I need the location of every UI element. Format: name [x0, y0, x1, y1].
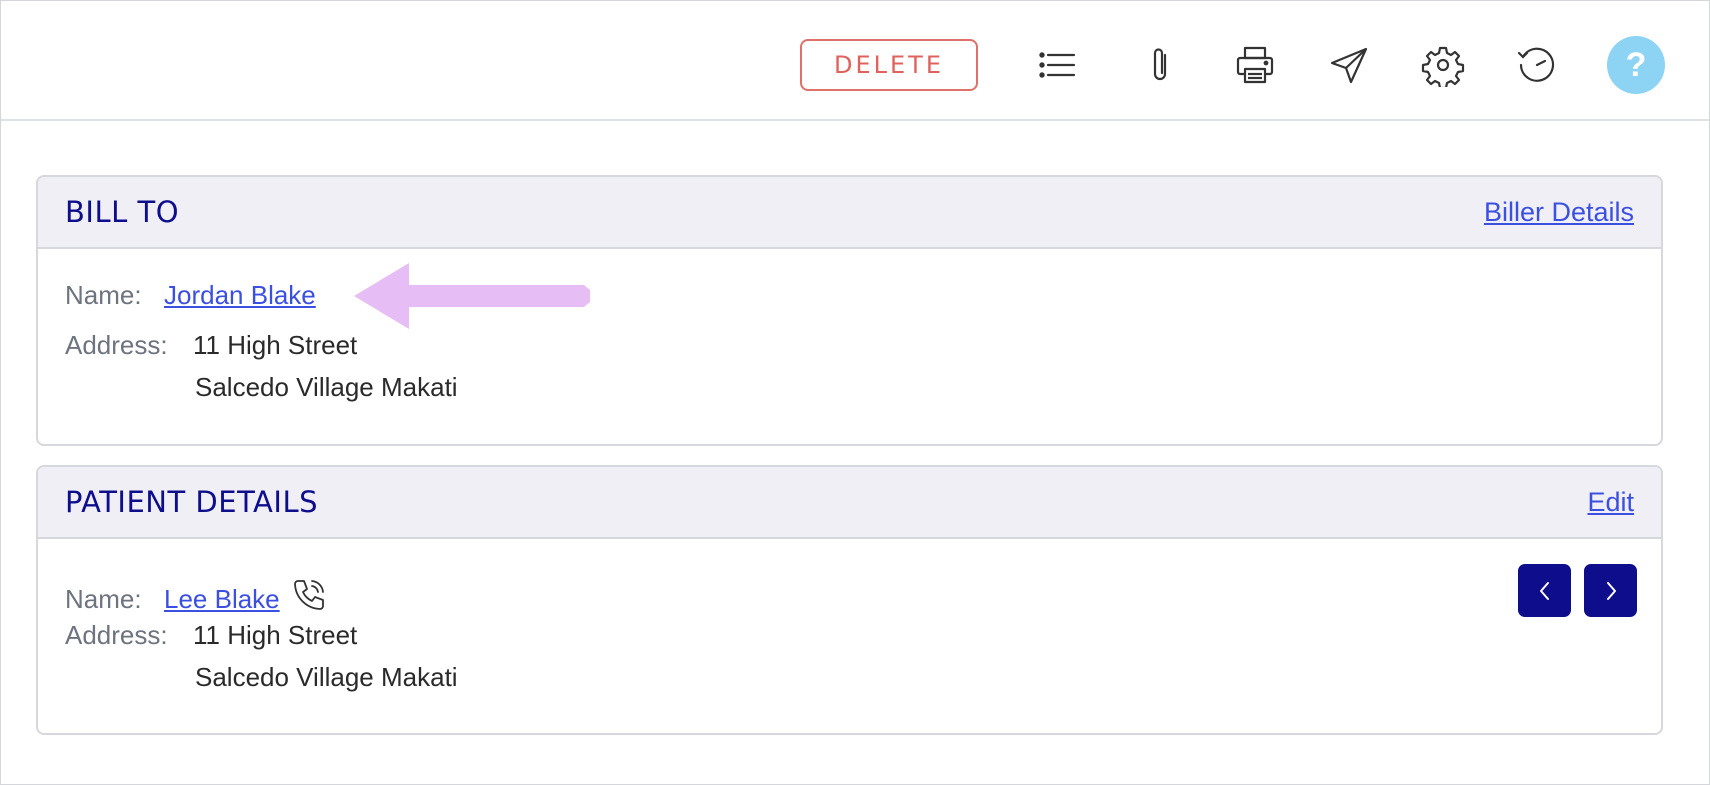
patient-address-row: Address: 11 High Street	[65, 620, 357, 651]
history-icon[interactable]	[1511, 39, 1563, 91]
bill-to-title: BILL TO	[65, 195, 180, 229]
address-label: Address:	[65, 330, 168, 360]
bill-to-card: BILL TO Biller Details Name: Jordan Blak…	[36, 175, 1663, 446]
patient-name-row: Name: Lee Blake	[65, 570, 328, 615]
phone-call-icon[interactable]	[290, 576, 328, 614]
list-icon[interactable]	[1031, 39, 1083, 91]
bill-to-name-row: Name: Jordan Blake	[65, 280, 316, 311]
name-label: Name:	[65, 280, 142, 310]
edit-link[interactable]: Edit	[1587, 467, 1634, 537]
previous-button[interactable]	[1518, 564, 1571, 617]
biller-name-link[interactable]: Jordan Blake	[164, 280, 316, 311]
bill-to-address-row-2: Salcedo Village Makati	[195, 372, 458, 403]
printer-icon[interactable]	[1229, 39, 1281, 91]
toolbar: DELETE ?	[1, 1, 1709, 121]
patient-name-link[interactable]: Lee Blake	[164, 584, 280, 615]
annotation-arrow	[354, 263, 590, 329]
send-icon[interactable]	[1323, 39, 1375, 91]
biller-details-link[interactable]: Biller Details	[1484, 177, 1634, 247]
name-label: Name:	[65, 584, 142, 614]
chevron-right-icon	[1606, 581, 1616, 600]
help-button[interactable]: ?	[1607, 36, 1665, 94]
bill-to-address-row: Address: 11 High Street	[65, 330, 357, 361]
gear-icon[interactable]	[1417, 39, 1469, 91]
bill-to-header: BILL TO Biller Details	[38, 177, 1661, 249]
address-label: Address:	[65, 620, 168, 650]
address-line-2: Salcedo Village Makati	[195, 662, 458, 692]
address-line-2: Salcedo Village Makati	[195, 372, 458, 402]
patient-details-header: PATIENT DETAILS Edit	[38, 467, 1661, 539]
chevron-left-icon	[1539, 581, 1549, 600]
address-line-1: 11 High Street	[193, 620, 358, 650]
paperclip-icon[interactable]	[1135, 39, 1187, 91]
patient-address-row-2: Salcedo Village Makati	[195, 662, 458, 693]
address-line-1: 11 High Street	[193, 330, 358, 360]
next-button[interactable]	[1584, 564, 1637, 617]
patient-details-title: PATIENT DETAILS	[65, 485, 319, 519]
delete-button[interactable]: DELETE	[800, 39, 978, 91]
patient-details-card: PATIENT DETAILS Edit Name: Lee Blake Add…	[36, 465, 1663, 735]
